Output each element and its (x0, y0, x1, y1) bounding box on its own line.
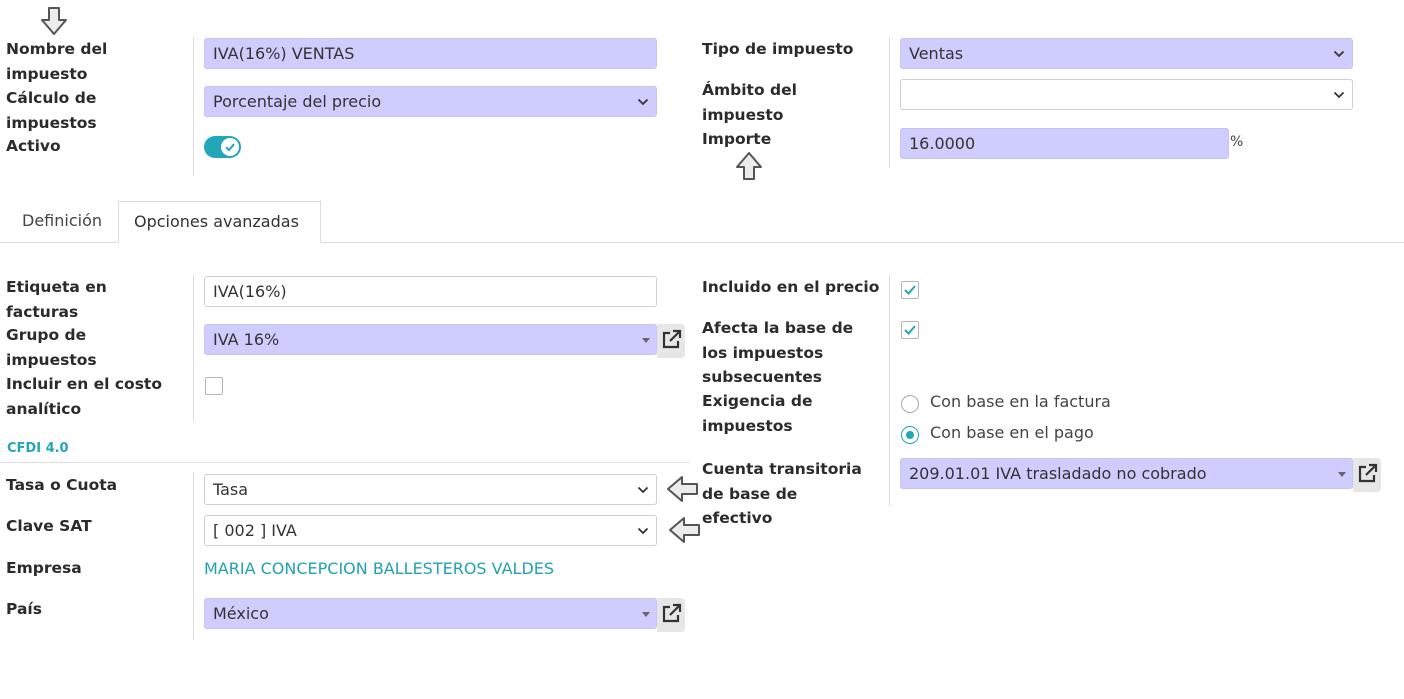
amount-unit: % (1230, 134, 1244, 150)
cash-basis-account-value: 209.01.01 IVA trasladado no cobrado (909, 464, 1207, 483)
price-included-checkbox[interactable] (901, 281, 919, 299)
exigibility-radio-invoice[interactable] (901, 395, 919, 413)
clave-sat-label: Clave SAT (6, 517, 92, 535)
tax-group-external-button[interactable] (657, 324, 685, 358)
checkmark-icon (904, 325, 916, 335)
cfdi-section-title: CFDI 4.0 (7, 441, 69, 456)
tax-type-select[interactable]: Ventas (900, 38, 1353, 69)
empresa-label: Empresa (6, 559, 82, 577)
tab-opciones-avanzadas[interactable]: Opciones avanzadas (118, 201, 321, 243)
divider (889, 275, 890, 506)
pais-select[interactable]: México (204, 598, 657, 629)
caret-down-icon (1338, 472, 1346, 477)
exigibility-option-invoice[interactable]: Con base en la factura (930, 392, 1111, 412)
tax-type-value: Ventas (909, 44, 964, 63)
external-link-icon (662, 329, 682, 349)
invoice-label-input[interactable]: IVA(16%) (204, 276, 657, 307)
cash-basis-external-button[interactable] (1353, 458, 1381, 492)
clave-sat-select[interactable]: [ 002 ] IVA (204, 515, 657, 546)
tax-type-label: Tipo de impuesto (702, 40, 854, 58)
amount-input[interactable]: 16.0000 (900, 128, 1229, 159)
section-separator (0, 462, 690, 463)
pais-value: México (213, 604, 269, 623)
empresa-link[interactable]: MARIA CONCEPCION BALLESTEROS VALDES (204, 559, 554, 578)
divider (193, 473, 194, 640)
left-arrow-icon (667, 476, 698, 502)
tab-label: Opciones avanzadas (134, 212, 299, 231)
up-arrow-icon (736, 152, 762, 180)
tasa-cuota-label: Tasa o Cuota (6, 476, 118, 494)
external-link-icon (662, 603, 682, 623)
external-link-icon (1358, 463, 1378, 483)
analytic-checkbox[interactable] (205, 377, 223, 395)
active-toggle[interactable] (204, 136, 241, 158)
divider (889, 37, 890, 168)
price-included-label: Incluido en el precio (702, 278, 880, 296)
divider (193, 37, 194, 176)
tax-computation-value: Porcentaje del precio (213, 92, 382, 111)
tax-name-input[interactable]: IVA(16%) VENTAS (204, 38, 657, 69)
clave-sat-value: [ 002 ] IVA (213, 521, 297, 540)
pais-external-button[interactable] (657, 598, 685, 632)
checkmark-icon (904, 285, 916, 295)
cash-basis-label: Cuenta transitoria de base de efectivo (702, 460, 862, 527)
tax-scope-label: Ámbito del impuesto (702, 81, 797, 124)
chevron-down-icon (637, 527, 649, 535)
tasa-cuota-select[interactable]: Tasa (204, 474, 657, 505)
tax-scope-select[interactable] (900, 79, 1353, 110)
tax-calc-label: Cálculo de impuestos (6, 89, 97, 132)
analytic-label: Incluir en el costo analítico (6, 375, 162, 418)
tax-group-label: Grupo de impuestos (6, 326, 97, 369)
down-arrow-icon (41, 7, 67, 35)
left-arrow-icon (669, 517, 700, 543)
affects-base-checkbox[interactable] (901, 321, 919, 339)
chevron-down-icon (637, 98, 649, 106)
tax-name-label: Nombre del impuesto (6, 40, 108, 83)
pais-label: País (6, 600, 42, 618)
checkmark-icon (225, 143, 235, 152)
cash-basis-account-select[interactable]: 209.01.01 IVA trasladado no cobrado (900, 458, 1353, 489)
chevron-down-icon (637, 486, 649, 494)
amount-label: Importe (702, 130, 772, 148)
tab-definicion[interactable]: Definición (22, 201, 102, 241)
exigibility-label: Exigencia de impuestos (702, 392, 813, 435)
chevron-down-icon (1333, 91, 1345, 99)
tax-group-select[interactable]: IVA 16% (204, 324, 657, 355)
exigibility-option-payment[interactable]: Con base en el pago (930, 423, 1094, 443)
caret-down-icon (642, 612, 650, 617)
active-label: Activo (6, 137, 61, 155)
exigibility-radio-payment[interactable] (901, 426, 919, 444)
tasa-cuota-value: Tasa (213, 480, 249, 499)
caret-down-icon (642, 338, 650, 343)
chevron-down-icon (1333, 50, 1345, 58)
affects-base-label: Afecta la base de los impuestos subsecue… (702, 319, 854, 386)
divider (193, 275, 194, 422)
tax-group-value: IVA 16% (213, 330, 280, 349)
invoice-label-label: Etiqueta en facturas (6, 278, 107, 321)
tax-computation-select[interactable]: Porcentaje del precio (204, 86, 657, 117)
toggle-knob (221, 138, 239, 156)
